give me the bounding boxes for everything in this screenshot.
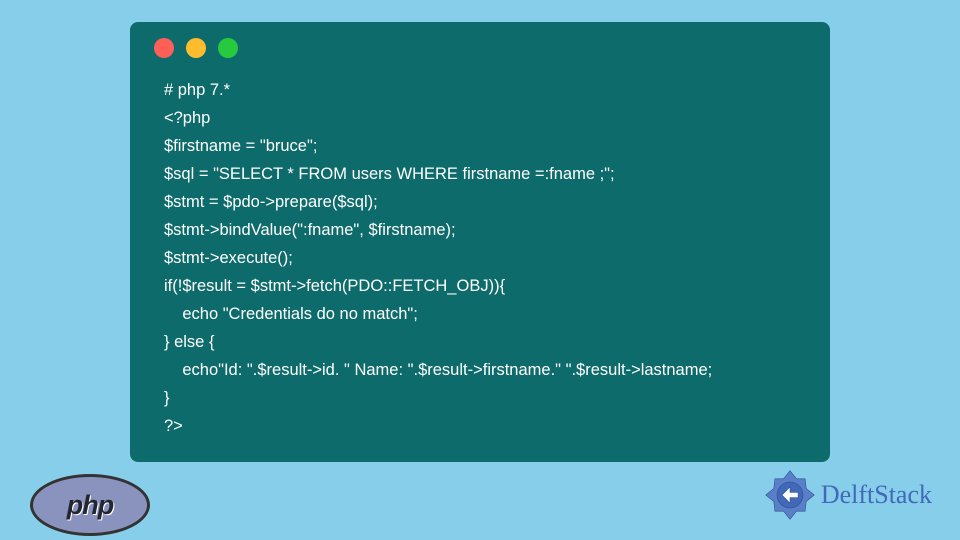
code-line: if(!$result = $stmt->fetch(PDO::FETCH_OB… (164, 277, 505, 295)
php-logo: php (30, 474, 150, 534)
traffic-lights (148, 34, 812, 58)
code-line: } (164, 389, 170, 407)
delftstack-logo: DelftStack (763, 468, 932, 522)
code-content: # php 7.* <?php $firstname = "bruce"; $s… (148, 76, 812, 440)
php-logo-ellipse: php (30, 474, 150, 536)
code-line: $stmt->bindValue(":fname", $firstname); (164, 221, 456, 239)
code-line: } else { (164, 333, 214, 351)
delftstack-text: DelftStack (821, 480, 932, 510)
code-line: ?> (164, 417, 183, 435)
code-line: echo"Id: ".$result->id. " Name: ".$resul… (164, 361, 712, 379)
code-window: # php 7.* <?php $firstname = "bruce"; $s… (130, 22, 830, 462)
maximize-icon (218, 38, 238, 58)
php-logo-text: php (67, 490, 113, 521)
code-line: $sql = "SELECT * FROM users WHERE firstn… (164, 165, 615, 183)
code-line: echo "Credentials do no match"; (164, 305, 418, 323)
minimize-icon (186, 38, 206, 58)
code-line: # php 7.* (164, 81, 230, 99)
code-line: <?php (164, 109, 210, 127)
close-icon (154, 38, 174, 58)
code-line: $stmt->execute(); (164, 249, 293, 267)
code-line: $stmt = $pdo->prepare($sql); (164, 193, 378, 211)
code-line: $firstname = "bruce"; (164, 137, 317, 155)
delftstack-icon (763, 468, 817, 522)
